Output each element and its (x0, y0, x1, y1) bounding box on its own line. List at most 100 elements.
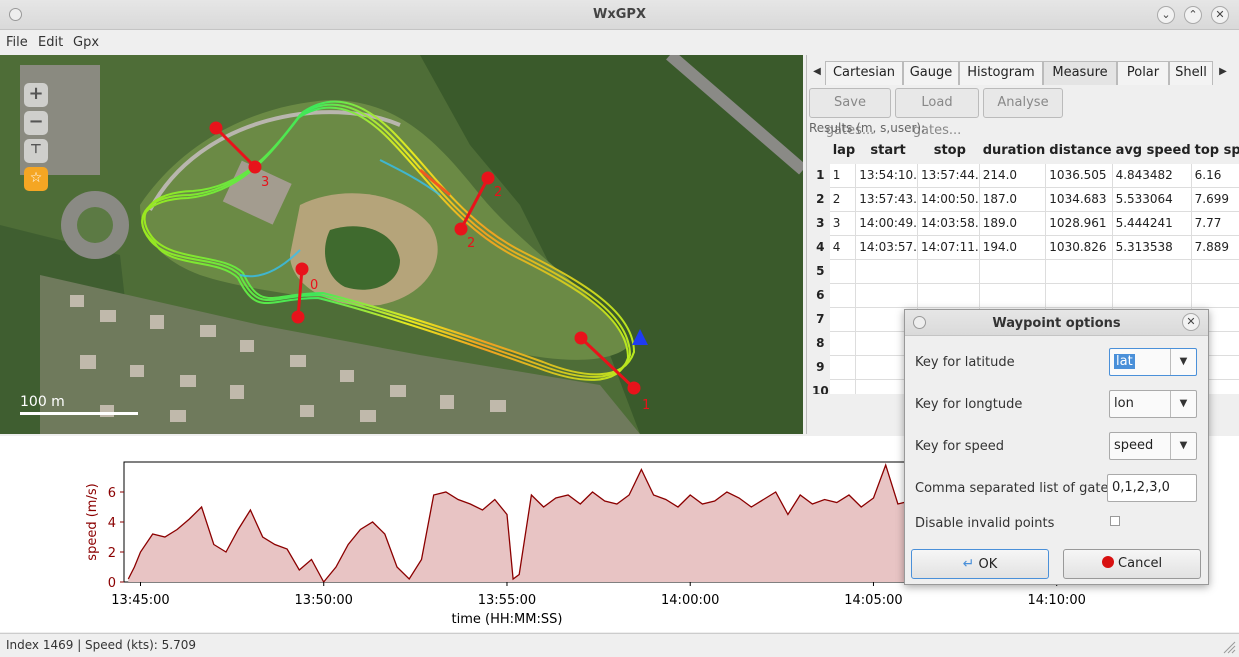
table-cell[interactable]: 7.77 (1191, 211, 1239, 236)
zoom-in-icon[interactable]: + (24, 83, 48, 107)
chevron-down-icon[interactable]: ▼ (1170, 349, 1196, 375)
close-icon[interactable]: ✕ (1211, 6, 1229, 24)
row-header[interactable]: 6 (809, 283, 830, 308)
table-cell[interactable] (829, 259, 857, 284)
cancel-button[interactable]: Cancel (1063, 549, 1201, 579)
table-cell[interactable]: 189.0 (979, 211, 1047, 236)
longitude-key-combo[interactable]: lon ▼ (1109, 390, 1197, 418)
table-cell[interactable] (855, 259, 918, 284)
tab-cartesian[interactable]: Cartesian (825, 61, 903, 85)
table-cell[interactable] (829, 355, 857, 380)
table-cell[interactable]: 1030.826 (1045, 235, 1113, 260)
row-header[interactable]: 2 (809, 187, 830, 212)
row-header[interactable]: 4 (809, 235, 830, 260)
table-cell[interactable]: 14:03:57. (855, 235, 918, 260)
table-row[interactable]: 4 4 14:03:57. 14:07:11. 194.0 1030.826 5.31353… (809, 235, 1239, 260)
chevron-down-icon[interactable]: ▼ (1170, 433, 1196, 459)
maximize-icon[interactable]: ⌃ (1184, 6, 1202, 24)
row-header[interactable]: 10 (809, 379, 830, 394)
latitude-key-value[interactable]: lat (1114, 354, 1135, 369)
table-cell[interactable]: 3 (829, 211, 857, 236)
table-cell[interactable]: 7.889 (1191, 235, 1239, 260)
tab-shell[interactable]: Shell (1169, 61, 1213, 85)
table-cell[interactable]: 6.16 (1191, 163, 1239, 188)
table-cell[interactable]: 14:00:50. (917, 187, 980, 212)
table-cell[interactable] (1191, 283, 1239, 308)
column-header[interactable]: stop (917, 139, 980, 164)
column-header[interactable]: duration (979, 139, 1047, 164)
row-header[interactable]: 7 (809, 307, 830, 332)
table-cell[interactable] (1045, 283, 1113, 308)
table-cell[interactable] (829, 379, 857, 394)
ok-button[interactable]: ↵ OK (911, 549, 1049, 579)
table-cell[interactable]: 2 (829, 187, 857, 212)
table-row[interactable]: 5 (809, 259, 1239, 284)
table-cell[interactable]: 13:54:10. (855, 163, 918, 188)
chevron-down-icon[interactable]: ▼ (1170, 391, 1196, 417)
star-icon[interactable]: ☆ (24, 167, 48, 191)
table-cell[interactable]: 7.699 (1191, 187, 1239, 212)
zoom-out-icon[interactable]: − (24, 111, 48, 135)
table-cell[interactable] (917, 259, 980, 284)
table-cell[interactable]: 14:03:58. (917, 211, 980, 236)
table-cell[interactable] (829, 307, 857, 332)
table-cell[interactable] (1112, 283, 1192, 308)
tab-polar[interactable]: Polar (1117, 61, 1169, 85)
table-row[interactable]: 6 (809, 283, 1239, 308)
map-view[interactable]: 0 1 2 3 2 + − ⊤ ☆ 100 m (0, 55, 803, 434)
table-row[interactable]: 3 3 14:00:49. 14:03:58. 189.0 1028.961 5.44424… (809, 211, 1239, 236)
tab-gauge[interactable]: Gauge (903, 61, 959, 85)
disable-invalid-checkbox[interactable] (1110, 516, 1120, 526)
table-cell[interactable]: 13:57:43. (855, 187, 918, 212)
table-cell[interactable] (1045, 259, 1113, 284)
analyse-button[interactable]: Analyse (983, 88, 1063, 118)
table-cell[interactable]: 1034.683 (1045, 187, 1113, 212)
tab-scroll-left-icon[interactable]: ◀ (809, 61, 825, 83)
row-header[interactable]: 3 (809, 211, 830, 236)
table-cell[interactable]: 5.533064 (1112, 187, 1192, 212)
column-header[interactable]: top speed (1191, 139, 1239, 164)
table-cell[interactable] (829, 283, 857, 308)
table-cell[interactable]: 4 (829, 235, 857, 260)
table-cell[interactable]: 187.0 (979, 187, 1047, 212)
menu-file[interactable]: File (6, 35, 28, 50)
table-cell[interactable] (1112, 259, 1192, 284)
table-row[interactable]: 2 2 13:57:43. 14:00:50. 187.0 1034.683 5.53306… (809, 187, 1239, 212)
table-cell[interactable]: 13:57:44. (917, 163, 980, 188)
tab-histogram[interactable]: Histogram (959, 61, 1043, 85)
row-header[interactable]: 8 (809, 331, 830, 356)
column-header[interactable]: start (855, 139, 918, 164)
table-cell[interactable]: 4.843482 (1112, 163, 1192, 188)
table-cell[interactable]: 1 (829, 163, 857, 188)
table-cell[interactable] (829, 331, 857, 356)
dialog-close-icon[interactable]: ✕ (1182, 313, 1200, 331)
table-cell[interactable]: 14:00:49. (855, 211, 918, 236)
table-cell[interactable]: 214.0 (979, 163, 1047, 188)
table-row[interactable]: 1 1 13:54:10. 13:57:44. 214.0 1036.505 4.84348… (809, 163, 1239, 188)
tab-measure[interactable]: Measure (1043, 61, 1117, 85)
table-cell[interactable]: 194.0 (979, 235, 1047, 260)
load-gates-button[interactable]: Load gates... (895, 88, 979, 138)
speed-key-value[interactable]: speed (1114, 438, 1153, 453)
menu-edit[interactable]: Edit (38, 35, 63, 50)
column-header[interactable]: lap (829, 139, 857, 164)
gates-input[interactable]: 0,1,2,3,0 (1107, 474, 1197, 502)
column-header[interactable]: distance (1045, 139, 1113, 164)
table-cell[interactable]: 1028.961 (1045, 211, 1113, 236)
table-cell[interactable] (855, 283, 918, 308)
speed-key-combo[interactable]: speed ▼ (1109, 432, 1197, 460)
table-cell[interactable]: 14:07:11. (917, 235, 980, 260)
tab-scroll-right-icon[interactable]: ▶ (1215, 61, 1231, 83)
table-cell[interactable] (917, 283, 980, 308)
minimize-icon[interactable]: ⌄ (1157, 6, 1175, 24)
gates-input-value[interactable]: 0,1,2,3,0 (1112, 480, 1170, 495)
row-header[interactable]: 1 (809, 163, 830, 188)
table-cell[interactable]: 5.444241 (1112, 211, 1192, 236)
longitude-key-value[interactable]: lon (1114, 396, 1134, 411)
resize-grip-icon[interactable] (1222, 640, 1236, 654)
row-header[interactable]: 5 (809, 259, 830, 284)
column-header[interactable]: avg speed (1112, 139, 1192, 164)
menu-gpx[interactable]: Gpx (73, 35, 99, 50)
row-header[interactable]: 9 (809, 355, 830, 380)
save-gates-button[interactable]: Save gates... (809, 88, 891, 138)
